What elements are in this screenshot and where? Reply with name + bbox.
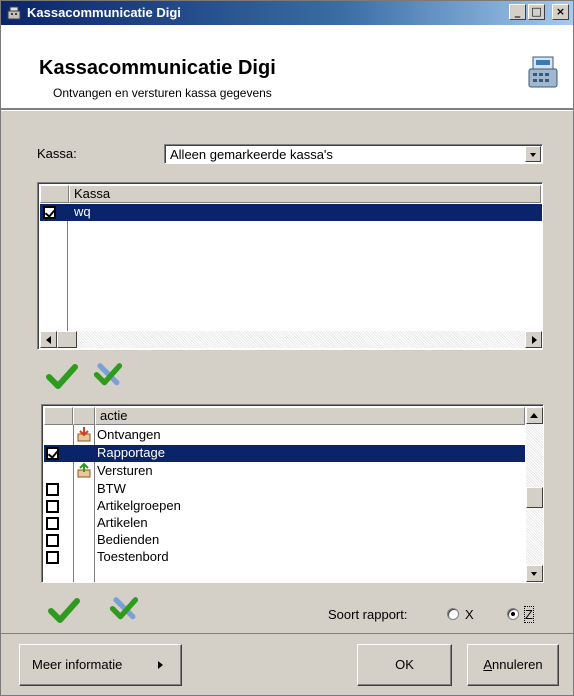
kassa-select-value: Alleen gemarkeerde kassa's	[170, 147, 333, 162]
radio-x-label: X	[465, 607, 474, 622]
horizontal-scrollbar[interactable]	[40, 331, 542, 348]
more-info-button[interactable]: Meer informatie	[19, 644, 182, 686]
uncheck-all-icon[interactable]	[107, 591, 141, 621]
actie-label: Ontvangen	[97, 427, 161, 442]
kassa-grid: Kassa wq	[37, 182, 543, 350]
divider	[1, 109, 573, 111]
kassa-name: wq	[74, 204, 91, 219]
kassa-label: Kassa:	[37, 146, 77, 161]
row-header	[44, 407, 73, 425]
actie-label: BTW	[97, 481, 126, 496]
list-item[interactable]: BTW	[44, 481, 525, 498]
scroll-left-button[interactable]	[40, 331, 57, 348]
icon-column-header	[73, 407, 95, 425]
chevron-right-icon	[158, 661, 163, 669]
window-title: Kassacommunicatie Digi	[27, 5, 181, 20]
cancel-label-rest: nnuleren	[492, 657, 543, 672]
row-checkbox[interactable]	[46, 534, 59, 547]
kassa-select[interactable]: Alleen gemarkeerde kassa's	[164, 144, 543, 164]
row-header	[40, 185, 69, 203]
list-item[interactable]: Artikelen	[44, 515, 525, 532]
actie-label: Toestenbord	[97, 549, 169, 564]
actie-column-header[interactable]: actie	[95, 407, 525, 425]
actie-label: Rapportage	[97, 445, 165, 460]
actie-label: Artikelgroepen	[97, 498, 181, 513]
radio-x[interactable]	[447, 608, 459, 620]
row-checkbox[interactable]	[46, 551, 59, 564]
page-title: Kassacommunicatie Digi	[39, 57, 276, 79]
receive-icon	[77, 427, 91, 442]
row-checkbox[interactable]	[46, 517, 59, 530]
send-icon	[77, 462, 91, 478]
scroll-up-button[interactable]	[526, 407, 543, 424]
vertical-scrollbar[interactable]	[526, 407, 543, 582]
list-item[interactable]: Ontvangen	[95, 427, 525, 444]
ok-button[interactable]: OK	[357, 644, 452, 686]
dialog-window: Kassacommunicatie Digi _ □ × Kassacommun…	[0, 0, 574, 696]
list-item[interactable]: Artikelgroepen	[44, 498, 525, 515]
kassa-column-header[interactable]: Kassa	[69, 185, 541, 203]
actie-label: Versturen	[97, 463, 153, 478]
list-item[interactable]: Rapportage	[44, 445, 525, 462]
report-type-label: Soort rapport:	[328, 607, 408, 622]
row-checkbox[interactable]	[46, 500, 59, 513]
row-checkbox[interactable]	[46, 483, 59, 496]
title-bar[interactable]: Kassacommunicatie Digi _ □ ×	[1, 1, 573, 25]
row-checkbox[interactable]	[43, 206, 56, 219]
close-button[interactable]: ×	[552, 4, 569, 20]
footer: Meer informatie OK Annuleren	[1, 633, 573, 695]
list-item[interactable]: Bedienden	[44, 532, 525, 549]
header-panel: Kassacommunicatie Digi Ontvangen en vers…	[1, 25, 573, 109]
check-all-icon[interactable]	[47, 595, 81, 625]
scroll-right-button[interactable]	[525, 331, 542, 348]
scroll-down-button[interactable]	[526, 565, 543, 582]
actie-label: Bedienden	[97, 532, 160, 547]
uncheck-all-icon[interactable]	[91, 357, 125, 387]
maximize-button[interactable]: □	[528, 4, 545, 20]
divider	[67, 221, 68, 333]
page-subtitle: Ontvangen en versturen kassa gegevens	[53, 86, 272, 100]
radio-z-label: Z	[524, 606, 534, 623]
scroll-thumb[interactable]	[57, 331, 77, 348]
minimize-button[interactable]: _	[509, 4, 526, 20]
cancel-button[interactable]: Annuleren	[467, 644, 559, 686]
actie-label: Artikelen	[97, 515, 148, 530]
more-info-label: Meer informatie	[32, 657, 123, 672]
cash-register-icon	[528, 56, 558, 88]
radio-z[interactable]	[507, 608, 519, 620]
scroll-thumb[interactable]	[526, 487, 543, 508]
row-checkbox[interactable]	[46, 447, 59, 460]
cash-register-icon	[7, 6, 21, 20]
chevron-down-icon[interactable]	[525, 146, 541, 162]
list-item[interactable]: Versturen	[95, 463, 525, 480]
table-row[interactable]: wq	[40, 204, 542, 221]
list-item[interactable]: Toestenbord	[44, 549, 525, 566]
actie-grid: actie Ontvangen Rapportage Versturen BTW…	[41, 404, 544, 583]
check-all-icon[interactable]	[45, 361, 79, 391]
